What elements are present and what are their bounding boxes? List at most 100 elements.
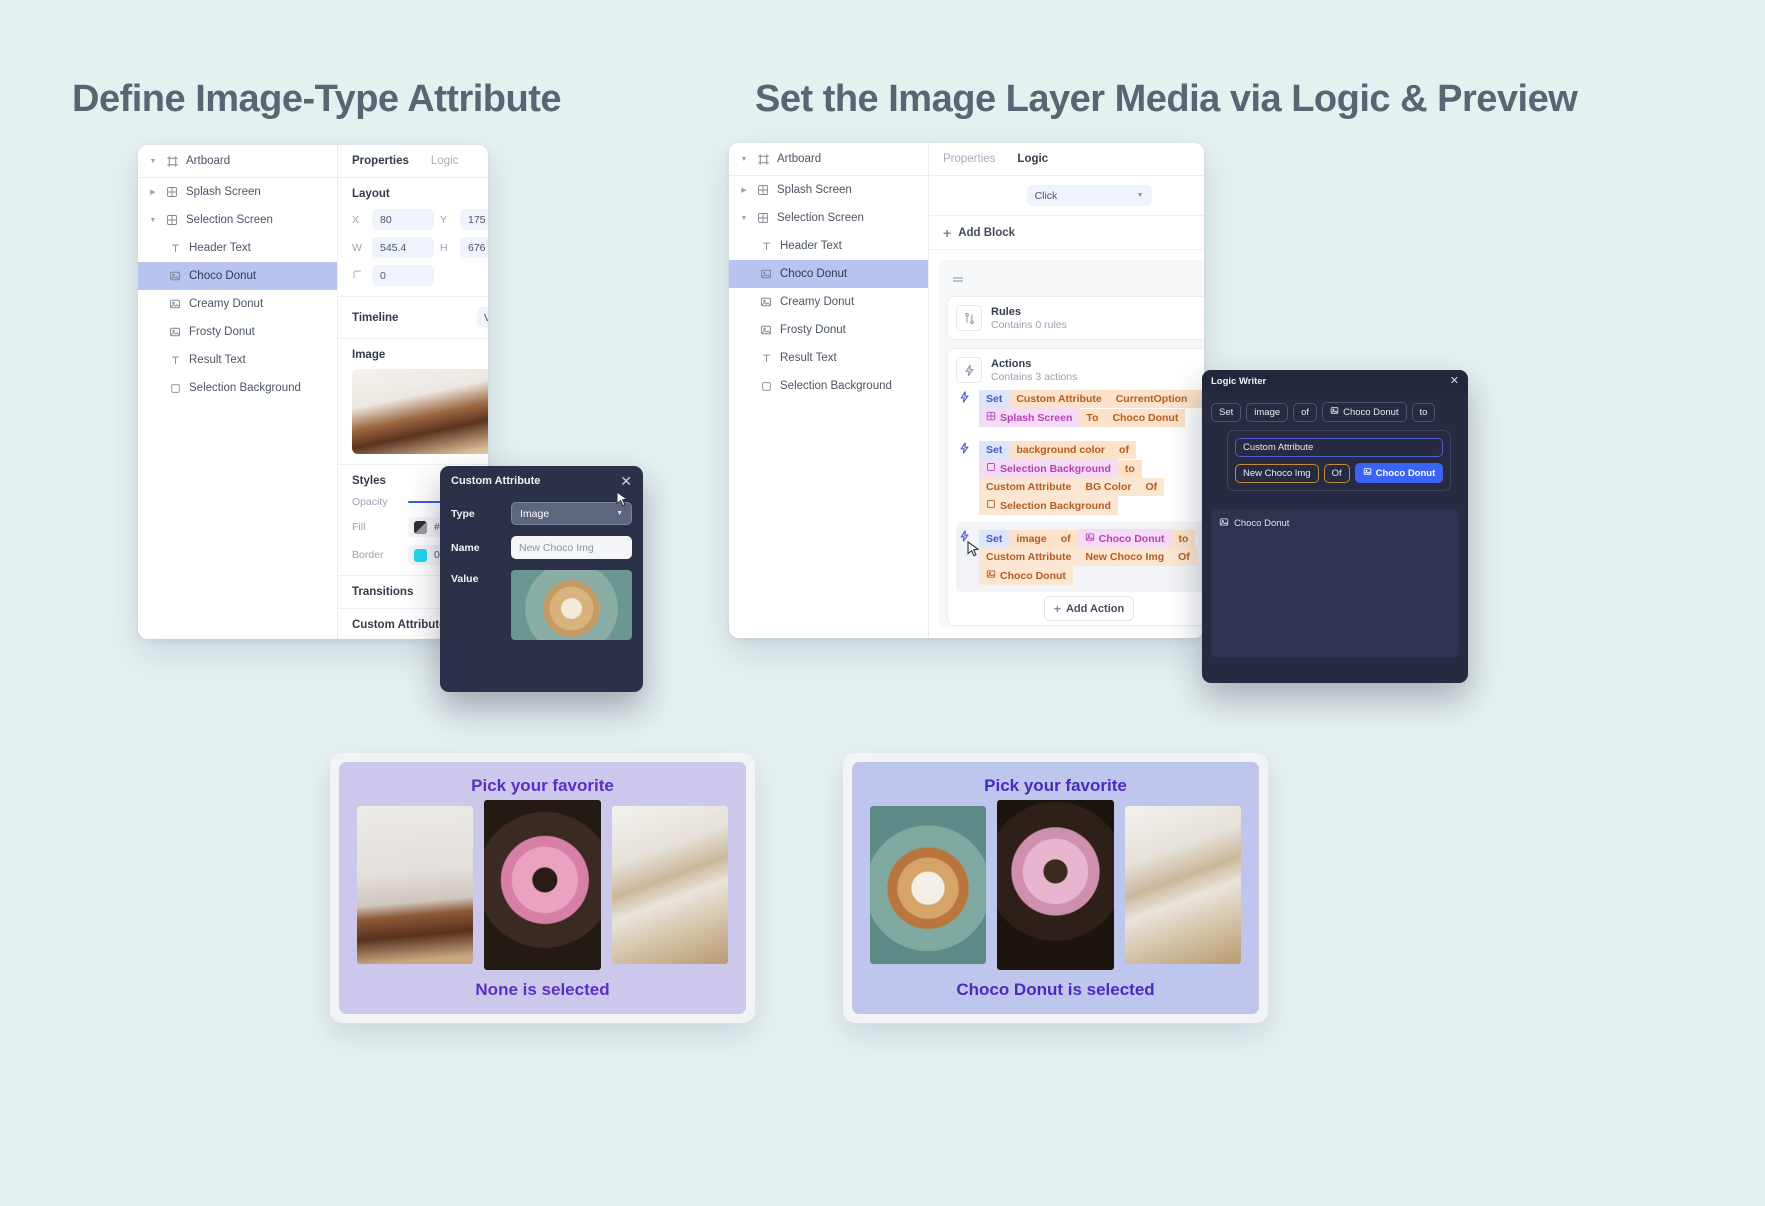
- preview-image-1[interactable]: [357, 806, 474, 964]
- action-chip-source-of[interactable]: Of: [1138, 478, 1165, 496]
- action-row[interactable]: Set background color of Selection Backgr…: [956, 434, 1204, 522]
- lw-chip-attr-of[interactable]: Of: [1323, 463, 1350, 483]
- sidebar-item-splash-screen[interactable]: ▶ Splash Screen: [138, 178, 337, 206]
- tab-logic[interactable]: Logic: [431, 155, 459, 167]
- action-chip-set[interactable]: Set: [979, 529, 1010, 548]
- value-image-picker[interactable]: [511, 570, 632, 640]
- lw-chip-of[interactable]: of: [1293, 402, 1318, 422]
- h-input[interactable]: 676: [460, 237, 488, 258]
- rules-card[interactable]: Rules Contains 0 rules: [947, 296, 1204, 340]
- y-input[interactable]: 175: [460, 209, 488, 230]
- sidebar-item-selection-background[interactable]: Selection Background: [138, 374, 337, 402]
- lw-chip-attr-layer[interactable]: Choco Donut: [1354, 463, 1444, 483]
- action-chip-set[interactable]: Set: [979, 390, 1010, 408]
- lw-chip-prop[interactable]: image: [1246, 402, 1289, 422]
- action-row[interactable]: Set Custom Attribute CurrentOption Of Sp…: [956, 383, 1204, 434]
- tab-properties[interactable]: Properties: [943, 153, 995, 165]
- action-chip-prop[interactable]: background color: [1009, 441, 1113, 459]
- sidebar-item-selection-screen[interactable]: ▼ Selection Screen: [138, 206, 337, 234]
- close-icon[interactable]: ✕: [620, 474, 632, 488]
- lw-chip-layer[interactable]: Choco Donut: [1322, 402, 1407, 422]
- chevron-down-icon[interactable]: ▼: [739, 156, 749, 163]
- action-chip-set[interactable]: Set: [979, 441, 1010, 459]
- add-block-button[interactable]: + Add Block: [929, 216, 1204, 250]
- tree-row-artboard[interactable]: ▼ Artboard: [729, 143, 928, 176]
- image-icon: [1363, 467, 1372, 479]
- action-chip-to[interactable]: To: [1079, 408, 1106, 427]
- preview-image-1[interactable]: [870, 806, 987, 964]
- action-chip-source-layer-label: Choco Donut: [1000, 569, 1066, 582]
- sidebar-item-splash-screen[interactable]: ▶ Splash Screen: [729, 176, 928, 204]
- action-chip-to[interactable]: to: [1171, 529, 1196, 548]
- action-chip-source-attr[interactable]: Custom Attribute: [979, 478, 1079, 496]
- preview-image-2[interactable]: [484, 800, 601, 970]
- left-layer-tree[interactable]: ▼ Artboard ▶ Splash Screen ▼ Selection S…: [138, 145, 338, 639]
- action-chip-prop[interactable]: image: [1009, 529, 1054, 548]
- sidebar-item-creamy-donut[interactable]: Creamy Donut: [138, 290, 337, 318]
- action-row-selected[interactable]: Set image of Choco Donut to Custom Attri…: [956, 522, 1204, 592]
- preview-image-3[interactable]: [1124, 806, 1241, 964]
- add-action-button[interactable]: + Add Action: [1044, 596, 1135, 621]
- action-chip-value[interactable]: Choco Donut: [1105, 408, 1186, 427]
- chevron-right-icon[interactable]: ▶: [148, 188, 158, 196]
- close-icon[interactable]: ✕: [1450, 376, 1459, 387]
- action-chip-target[interactable]: Custom Attribute: [1009, 390, 1109, 408]
- sidebar-item-header-text[interactable]: Header Text: [729, 232, 928, 260]
- sidebar-item-choco-donut[interactable]: Choco Donut: [729, 260, 928, 288]
- timeline-select[interactable]: Visible ▼: [477, 307, 488, 328]
- lw-chip-set[interactable]: Set: [1211, 402, 1242, 422]
- sidebar-item-selection-background[interactable]: Selection Background: [729, 372, 928, 400]
- drag-handle-icon[interactable]: [951, 275, 965, 283]
- frame-icon: [986, 411, 996, 424]
- w-input[interactable]: 545.4: [372, 237, 434, 258]
- lw-chip-to[interactable]: to: [1411, 402, 1436, 422]
- chevron-down-icon[interactable]: ▼: [148, 158, 158, 165]
- action-chip-source-layer[interactable]: Choco Donut: [979, 566, 1073, 585]
- action-chip-source-name[interactable]: BG Color: [1078, 478, 1139, 496]
- action-chip-of[interactable]: of: [1112, 441, 1136, 459]
- type-select[interactable]: Image ▼: [511, 502, 632, 525]
- sidebar-item-header-text[interactable]: Header Text: [138, 234, 337, 262]
- lw-chip-custom-attribute[interactable]: Custom Attribute: [1235, 438, 1444, 457]
- properties-tabs[interactable]: Properties Logic: [338, 145, 488, 178]
- lw-chip-attr-name[interactable]: New Choco Img: [1235, 463, 1319, 483]
- image-icon: [1085, 532, 1095, 545]
- preview-image-3[interactable]: [611, 806, 728, 964]
- action-chip-source-name[interactable]: New Choco Img: [1078, 548, 1172, 566]
- action-chip-source-layer[interactable]: Selection Background: [979, 496, 1118, 515]
- sidebar-item-creamy-donut[interactable]: Creamy Donut: [729, 288, 928, 316]
- value-label: Value: [451, 573, 479, 585]
- action-chip-to[interactable]: to: [1117, 459, 1142, 478]
- action-chip-source-attr[interactable]: Custom Attribute: [979, 548, 1079, 566]
- tab-properties[interactable]: Properties: [352, 155, 409, 167]
- right-layer-tree[interactable]: ▼ Artboard ▶ Splash Screen ▼ Selection S…: [729, 143, 929, 638]
- name-field[interactable]: New Choco Img: [511, 536, 632, 559]
- chevron-right-icon[interactable]: ▶: [739, 186, 749, 194]
- frame-icon: [756, 211, 770, 225]
- preview-layer-row[interactable]: Choco Donut: [1219, 517, 1451, 530]
- action-chip-attr[interactable]: CurrentOption: [1108, 390, 1195, 408]
- action-chip-source-of[interactable]: Of: [1171, 548, 1197, 566]
- tree-row-artboard[interactable]: ▼ Artboard: [138, 145, 337, 178]
- corner-radius-input[interactable]: 0: [372, 265, 434, 286]
- image-icon: [1219, 517, 1229, 530]
- sidebar-item-result-text[interactable]: Result Text: [138, 346, 337, 374]
- preview-image-2[interactable]: [997, 800, 1114, 970]
- action-chip-layer[interactable]: Choco Donut: [1077, 529, 1172, 548]
- sidebar-item-selection-screen[interactable]: ▼ Selection Screen: [729, 204, 928, 232]
- action-chip-of[interactable]: of: [1053, 529, 1078, 548]
- action-chip-layer[interactable]: Selection Background: [979, 459, 1118, 478]
- tab-logic[interactable]: Logic: [1017, 153, 1048, 165]
- sidebar-item-frosty-donut[interactable]: Frosty Donut: [138, 318, 337, 346]
- chevron-down-icon[interactable]: ▼: [148, 217, 158, 224]
- logic-tabs[interactable]: Properties Logic: [929, 143, 1204, 176]
- sidebar-item-result-text[interactable]: Result Text: [729, 344, 928, 372]
- sidebar-item-frosty-donut[interactable]: Frosty Donut: [729, 316, 928, 344]
- tree-label: Splash Screen: [777, 184, 852, 196]
- action-chip-layer[interactable]: Splash Screen: [979, 408, 1080, 427]
- x-input[interactable]: 80: [372, 209, 434, 230]
- trigger-select[interactable]: Click ▼: [1026, 185, 1152, 206]
- chevron-down-icon[interactable]: ▼: [739, 215, 749, 222]
- image-preview[interactable]: [352, 369, 488, 454]
- sidebar-item-choco-donut[interactable]: Choco Donut: [138, 262, 337, 290]
